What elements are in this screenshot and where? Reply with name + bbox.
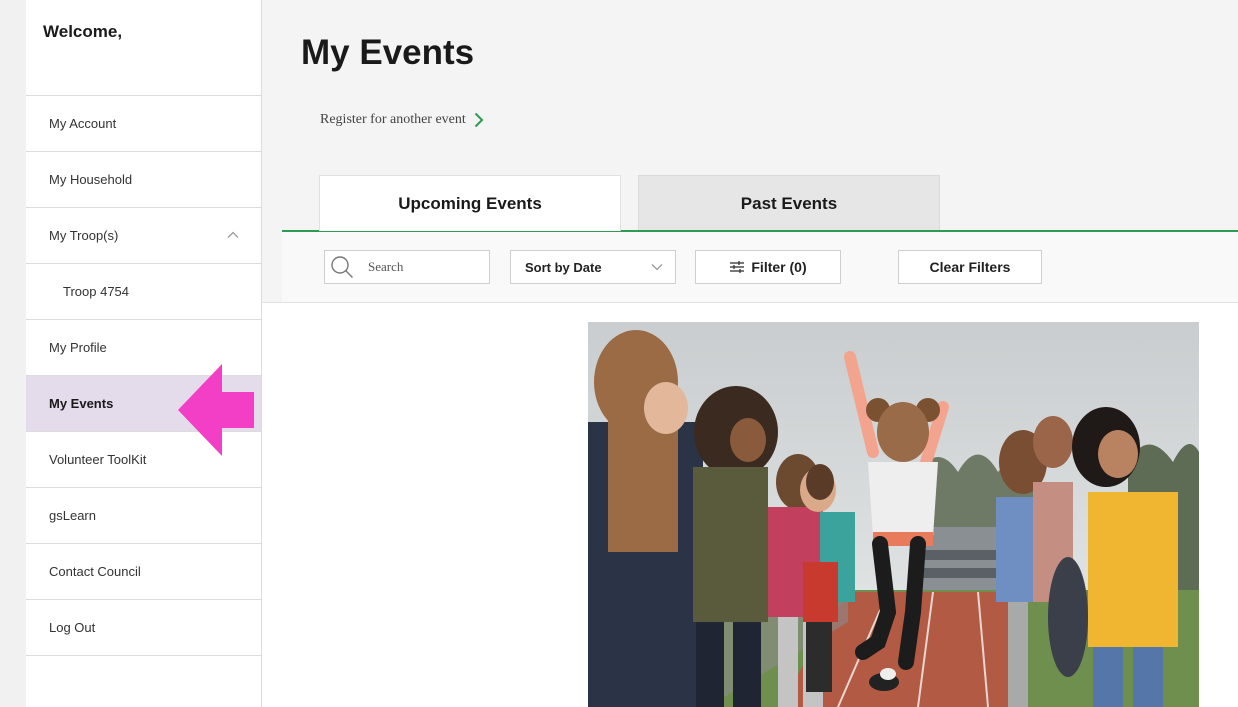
filter-button[interactable]: Filter (0) [695, 250, 841, 284]
events-header: My Events Register for another event Upc… [262, 0, 1238, 303]
sliders-icon [730, 261, 745, 273]
filter-label: Filter (0) [751, 259, 807, 275]
sidebar-item-label: Troop 4754 [63, 284, 130, 299]
tab-label: Upcoming Events [398, 193, 542, 213]
tab-past-events[interactable]: Past Events [638, 175, 940, 231]
sidebar-item-label: My Account [49, 116, 117, 131]
search-input[interactable] [366, 258, 480, 276]
register-another-event-link[interactable]: Register for another event [320, 112, 484, 128]
event-photo [588, 322, 1199, 707]
chevron-down-icon [651, 264, 663, 271]
clear-filters-label: Clear Filters [929, 259, 1011, 275]
register-link-label: Register for another event [320, 112, 466, 127]
filter-bar: Sort by Date Filter (0) [282, 232, 1238, 302]
page: Welcome, My Account My Household My Troo… [0, 0, 1238, 707]
search-box[interactable] [324, 250, 490, 284]
page-title: My Events [301, 33, 475, 72]
sidebar-item-label: Contact Council [49, 564, 141, 579]
tab-label: Past Events [740, 193, 838, 213]
left-gutter [0, 0, 26, 707]
sidebar-item-label: My Events [49, 396, 114, 411]
welcome-text: Welcome, [26, 0, 261, 96]
sidebar-item-my-household[interactable]: My Household [26, 152, 261, 208]
sidebar-item-my-account[interactable]: My Account [26, 96, 261, 152]
sidebar-item-my-troops[interactable]: My Troop(s) [26, 208, 261, 264]
sidebar-item-label: My Profile [49, 340, 107, 355]
sidebar-item-label: Volunteer ToolKit [49, 452, 147, 467]
sidebar-item-label: My Troop(s) [49, 228, 119, 243]
tab-upcoming-events[interactable]: Upcoming Events [319, 175, 621, 231]
sidebar-item-log-out[interactable]: Log Out [26, 600, 261, 656]
event-photo-illustration [588, 322, 1199, 707]
clear-filters-button[interactable]: Clear Filters [898, 250, 1042, 284]
sidebar-item-contact-council[interactable]: Contact Council [26, 544, 261, 600]
sort-label: Sort by Date [525, 259, 602, 275]
arrow-left-icon [178, 364, 254, 456]
search-icon [331, 256, 353, 278]
sidebar: Welcome, My Account My Household My Troo… [26, 0, 262, 707]
sidebar-item-label: My Household [49, 172, 133, 187]
chevron-up-icon[interactable] [227, 230, 239, 240]
sort-dropdown[interactable]: Sort by Date [510, 250, 676, 284]
sidebar-item-label: gsLearn [49, 508, 96, 523]
main-content: My Events Register for another event Upc… [262, 0, 1238, 707]
sidebar-item-troop-4754[interactable]: Troop 4754 [26, 264, 261, 320]
chevron-right-icon [474, 112, 484, 128]
sidebar-item-gslearn[interactable]: gsLearn [26, 488, 261, 544]
sidebar-item-label: Log Out [49, 620, 96, 635]
